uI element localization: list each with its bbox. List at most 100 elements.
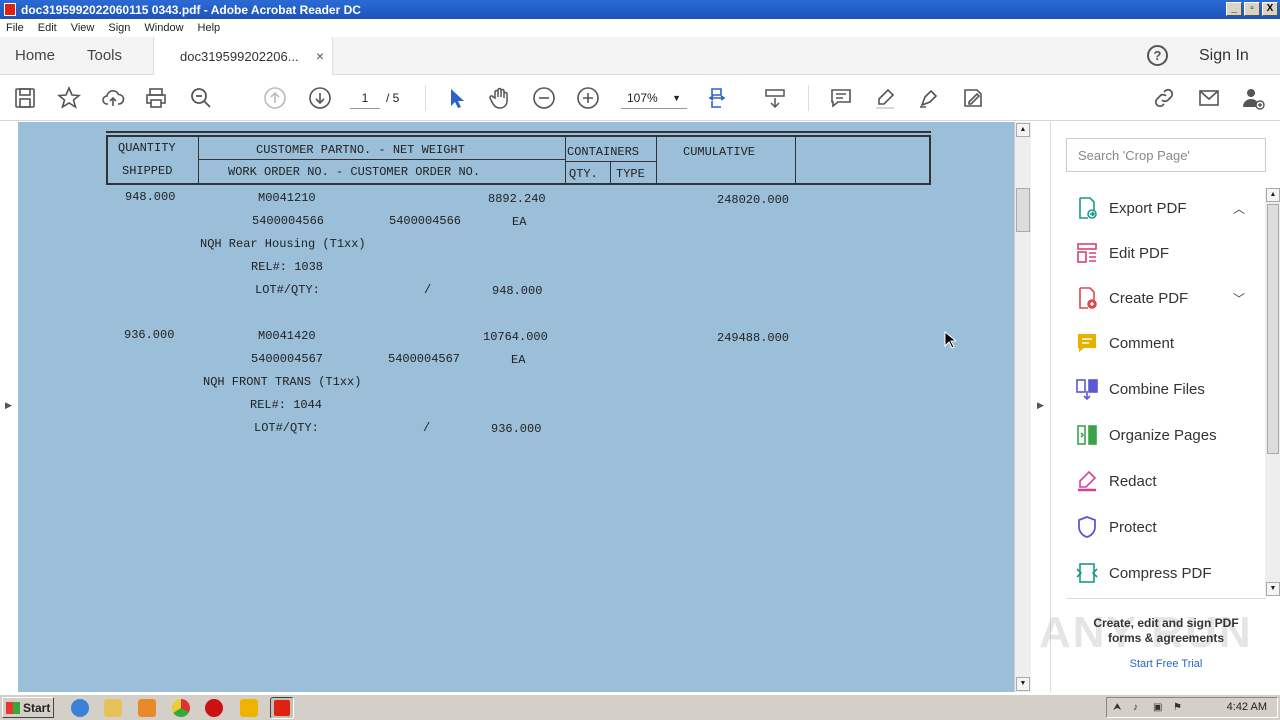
document-tab-label: doc319599202206...: [180, 49, 299, 64]
bookmark-star-icon[interactable]: [56, 85, 82, 111]
tool-compress-pdf[interactable]: Compress PDF: [1066, 554, 1251, 592]
tray-expand-icon[interactable]: ⮝: [1113, 702, 1125, 714]
menu-edit[interactable]: Edit: [38, 22, 57, 34]
opera-icon[interactable]: [205, 699, 223, 717]
comment-icon[interactable]: [828, 85, 854, 111]
zoom-value: 107%: [627, 91, 658, 105]
expand-left-icon: ▶: [5, 400, 12, 410]
add-user-icon[interactable]: [1240, 85, 1266, 111]
scroll-up-icon[interactable]: ▲: [1016, 123, 1030, 137]
tool-combine-files[interactable]: Combine Files: [1066, 370, 1251, 408]
tool-label: Export PDF: [1109, 199, 1187, 217]
system-tray: ⮝ ♪ ▣ ⚑ 4:42 AM: [1106, 697, 1278, 718]
item-lot-slash: /: [424, 283, 432, 297]
fill-sign-icon[interactable]: [960, 85, 986, 111]
document-view[interactable]: QUANTITY SHIPPED CUSTOMER PARTNO. - NET …: [18, 122, 1014, 692]
promo-text: Create, edit and sign PDF forms & agreem…: [1093, 616, 1239, 645]
scroll-thumb[interactable]: [1267, 204, 1279, 454]
save-icon[interactable]: [12, 85, 38, 111]
chevron-up-icon[interactable]: ︿: [1233, 200, 1245, 217]
acrobat-app-icon: [4, 3, 16, 16]
menu-help[interactable]: Help: [198, 22, 221, 34]
start-button[interactable]: Start: [2, 697, 54, 718]
tool-create-pdf[interactable]: Create PDF ﹀: [1066, 279, 1251, 317]
outlook-icon[interactable]: [240, 699, 258, 717]
close-tab-icon[interactable]: ×: [316, 48, 324, 64]
close-button[interactable]: X: [1262, 2, 1278, 16]
scroll-mode-icon[interactable]: [762, 85, 788, 111]
header-partno: CUSTOMER PARTNO. - NET WEIGHT: [256, 143, 465, 157]
maximize-button[interactable]: ▫: [1244, 2, 1260, 16]
file-explorer-icon[interactable]: [104, 699, 122, 717]
tool-protect[interactable]: Protect: [1066, 508, 1251, 546]
previous-page-icon[interactable]: [262, 85, 288, 111]
menu-bar: File Edit View Sign Window Help: [0, 19, 1280, 37]
chevron-down-icon: ▼: [672, 93, 681, 103]
right-pane-toggle[interactable]: ▶: [1031, 122, 1050, 692]
upload-cloud-icon[interactable]: [100, 85, 126, 111]
tab-bar: Home Tools doc319599202206... × ? Sign I…: [0, 37, 1280, 75]
window-title: doc3195992022060115 0343.pdf - Adobe Acr…: [21, 2, 361, 17]
edit-pdf-icon: [1077, 243, 1097, 263]
windows-logo-icon: [6, 701, 20, 714]
create-pdf-icon: [1079, 287, 1097, 309]
tool-export-pdf[interactable]: Export PDF ︿: [1066, 189, 1251, 227]
menu-sign[interactable]: Sign: [108, 22, 130, 34]
scroll-down-icon[interactable]: ▼: [1266, 582, 1280, 596]
tool-organize-pages[interactable]: Organize Pages: [1066, 416, 1251, 454]
item-weight: 10764.000: [483, 330, 548, 344]
header-container-type: TYPE: [616, 167, 645, 181]
zoom-level-dropdown[interactable]: 107% ▼: [621, 87, 687, 109]
zoom-out-icon[interactable]: [531, 85, 557, 111]
fit-page-icon[interactable]: [706, 85, 732, 111]
hand-pan-icon[interactable]: [487, 85, 513, 111]
tab-document[interactable]: doc319599202206... ×: [153, 37, 333, 75]
redact-icon: [1078, 470, 1097, 492]
internet-explorer-icon[interactable]: [71, 699, 89, 717]
volume-icon[interactable]: ♪: [1133, 702, 1145, 714]
tab-tools[interactable]: Tools: [87, 47, 122, 64]
header-quantity: QUANTITY: [118, 141, 176, 155]
scroll-up-icon[interactable]: ▲: [1266, 188, 1280, 202]
page-number-input[interactable]: 1: [350, 87, 380, 109]
scroll-down-icon[interactable]: ▼: [1016, 677, 1030, 691]
menu-file[interactable]: File: [6, 22, 24, 34]
start-label: Start: [23, 700, 51, 715]
tool-edit-pdf[interactable]: Edit PDF: [1066, 234, 1251, 272]
next-page-icon[interactable]: [307, 85, 333, 111]
start-free-trial-link[interactable]: Start Free Trial: [1081, 658, 1251, 670]
help-icon[interactable]: ?: [1147, 45, 1168, 66]
item-lot-qty: 936.000: [491, 422, 542, 436]
tool-label: Comment: [1109, 334, 1175, 352]
left-pane-toggle[interactable]: ▶: [0, 122, 18, 692]
tool-comment[interactable]: Comment: [1066, 324, 1251, 362]
link-share-icon[interactable]: [1151, 85, 1177, 111]
highlight-pen-icon[interactable]: [872, 85, 898, 111]
flag-icon[interactable]: ⚑: [1173, 702, 1185, 714]
item-unit: EA: [511, 353, 526, 367]
tools-scrollbar[interactable]: ▲ ▼: [1265, 188, 1280, 596]
email-icon[interactable]: [1196, 85, 1222, 111]
tool-label: Redact: [1109, 472, 1157, 490]
print-icon[interactable]: [143, 85, 169, 111]
tool-redact[interactable]: Redact: [1066, 462, 1251, 500]
zoom-search-icon[interactable]: [188, 85, 214, 111]
document-scrollbar[interactable]: ▲ ▼: [1014, 122, 1031, 692]
minimize-button[interactable]: _: [1226, 2, 1242, 16]
combine-files-icon: [1076, 379, 1098, 401]
media-player-icon[interactable]: [138, 699, 156, 717]
select-cursor-icon[interactable]: [443, 85, 469, 111]
sign-in-button[interactable]: Sign In: [1199, 47, 1249, 65]
search-tools-input[interactable]: Search 'Crop Page': [1066, 138, 1266, 172]
header-containers: CONTAINERS: [567, 145, 640, 159]
zoom-in-icon[interactable]: [575, 85, 601, 111]
tab-home[interactable]: Home: [15, 47, 55, 64]
network-icon[interactable]: ▣: [1153, 702, 1165, 714]
scroll-thumb[interactable]: [1016, 188, 1030, 232]
draw-sign-icon[interactable]: [916, 85, 942, 111]
menu-view[interactable]: View: [71, 22, 95, 34]
acrobat-taskbar-button[interactable]: [270, 697, 294, 719]
chevron-down-icon[interactable]: ﹀: [1233, 290, 1245, 307]
menu-window[interactable]: Window: [144, 22, 183, 34]
chrome-icon[interactable]: [172, 699, 190, 717]
